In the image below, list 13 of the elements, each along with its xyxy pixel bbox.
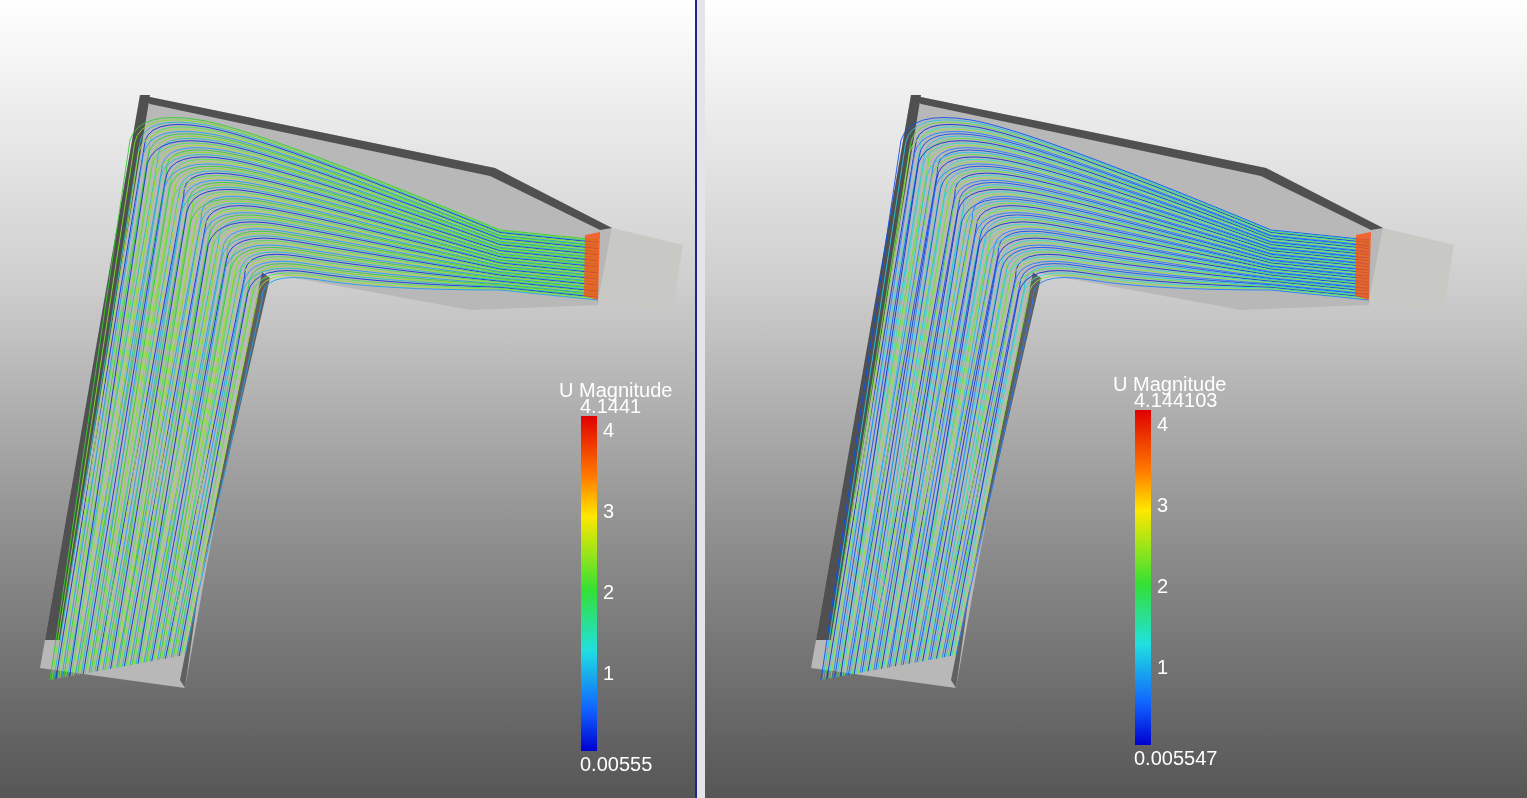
- legend-tick-label: 2: [603, 582, 615, 602]
- view-splitter[interactable]: [695, 0, 705, 798]
- legend-title: U Magnitude: [1113, 374, 1227, 394]
- legend-tick-label: 4: [1157, 414, 1169, 434]
- legend-min-value: 0.00555: [580, 754, 653, 774]
- legend-tick-label: 3: [1157, 495, 1169, 515]
- legend-title: U Magnitude: [559, 380, 673, 400]
- legend-tick-label: 2: [1157, 576, 1169, 596]
- legend-tick-label: 4: [603, 420, 615, 440]
- legend-tick-label: 3: [603, 501, 615, 521]
- legend-tick-label: 1: [603, 663, 615, 683]
- legend-tick-label: 1: [1157, 657, 1169, 677]
- legend-min-value: 0.005547: [1134, 748, 1218, 768]
